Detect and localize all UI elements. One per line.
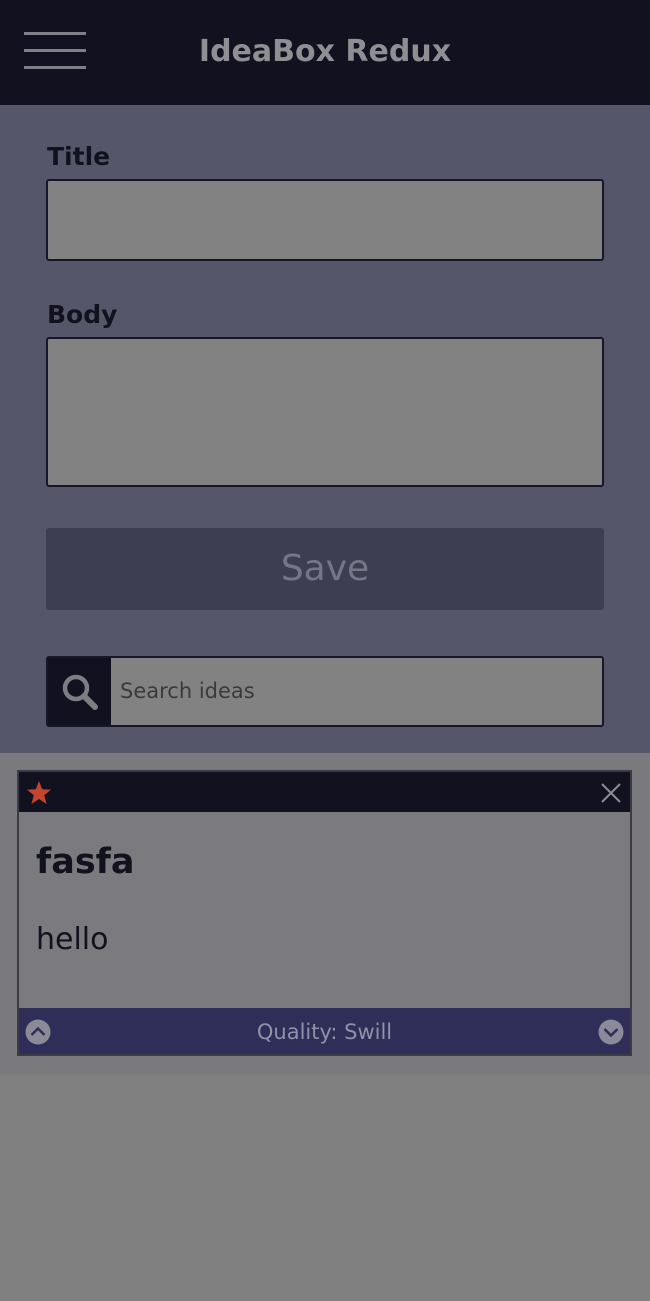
search-input[interactable]: Search ideas bbox=[120, 658, 255, 725]
star-icon[interactable] bbox=[26, 780, 52, 806]
idea-card: fasfa hello Quality: Swill bbox=[17, 770, 632, 1056]
chevron-down-icon[interactable] bbox=[598, 1019, 624, 1045]
idea-title[interactable]: fasfa bbox=[36, 840, 135, 884]
search-icon[interactable] bbox=[48, 658, 111, 725]
save-button[interactable]: Save bbox=[46, 528, 604, 610]
chevron-up-icon[interactable] bbox=[25, 1019, 51, 1045]
search-icon-glyph bbox=[62, 674, 98, 710]
close-icon[interactable] bbox=[600, 782, 622, 804]
idea-list: fasfa hello Quality: Swill bbox=[0, 753, 650, 1074]
idea-card-footer: Quality: Swill bbox=[19, 1008, 630, 1054]
idea-form: Title Body Save Search ideas bbox=[0, 105, 650, 753]
body-label: Body bbox=[47, 300, 118, 329]
body-textarea[interactable] bbox=[46, 337, 604, 487]
title-label: Title bbox=[47, 142, 111, 171]
title-input[interactable] bbox=[46, 179, 604, 261]
app-title: IdeaBox Redux bbox=[198, 34, 452, 69]
idea-card-header bbox=[19, 772, 630, 812]
app-header: IdeaBox Redux bbox=[0, 0, 650, 105]
idea-body[interactable]: hello bbox=[36, 920, 109, 960]
search-bar: Search ideas bbox=[46, 656, 604, 727]
quality-label: Quality: Swill bbox=[256, 1020, 393, 1044]
